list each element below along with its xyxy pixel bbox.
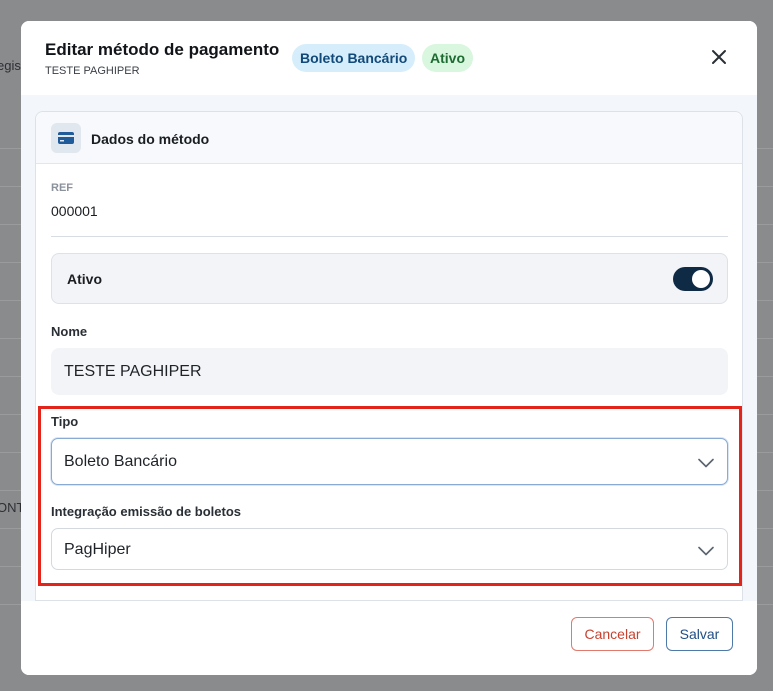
cancel-button[interactable]: Cancelar: [571, 617, 654, 651]
card-header: Dados do método: [36, 112, 742, 164]
modal-footer: Cancelar Salvar: [21, 601, 757, 675]
type-label: Tipo: [51, 414, 79, 429]
save-button[interactable]: Salvar: [666, 617, 733, 651]
edit-payment-method-modal: Editar método de pagamento TESTE PAGHIPE…: [21, 21, 757, 675]
method-details-card: Dados do método REF 000001 Ativo Nome Ti…: [35, 111, 743, 601]
active-toggle-switch[interactable]: [673, 267, 713, 291]
divider: [51, 236, 728, 237]
modal-header: Editar método de pagamento TESTE PAGHIPE…: [21, 21, 757, 95]
active-toggle-row: Ativo: [51, 253, 728, 304]
card-title: Dados do método: [91, 131, 210, 147]
ref-value: 000001: [51, 203, 98, 219]
type-select[interactable]: Boleto Bancário: [51, 438, 728, 485]
modal-subtitle: TESTE PAGHIPER: [45, 65, 140, 77]
payment-type-badge: Boleto Bancário: [292, 44, 416, 72]
chevron-down-icon: [698, 458, 714, 468]
integration-label: Integração emissão de boletos: [51, 504, 242, 519]
modal-title: Editar método de pagamento: [45, 40, 280, 59]
close-button[interactable]: [709, 47, 729, 67]
integration-select[interactable]: PagHiper: [51, 528, 728, 570]
toggle-knob: [692, 270, 710, 288]
ref-label: REF: [51, 182, 73, 194]
credit-card-icon: [51, 123, 81, 153]
active-toggle-label: Ativo: [67, 271, 102, 287]
status-badge: Ativo: [422, 44, 473, 72]
name-label: Nome: [51, 324, 88, 339]
chevron-down-icon: [698, 546, 714, 556]
type-select-value: Boleto Bancário: [64, 453, 177, 470]
close-icon: [712, 50, 726, 64]
integration-select-value: PagHiper: [64, 541, 131, 558]
name-input[interactable]: [51, 348, 728, 395]
modal-body: Dados do método REF 000001 Ativo Nome Ti…: [21, 95, 757, 601]
